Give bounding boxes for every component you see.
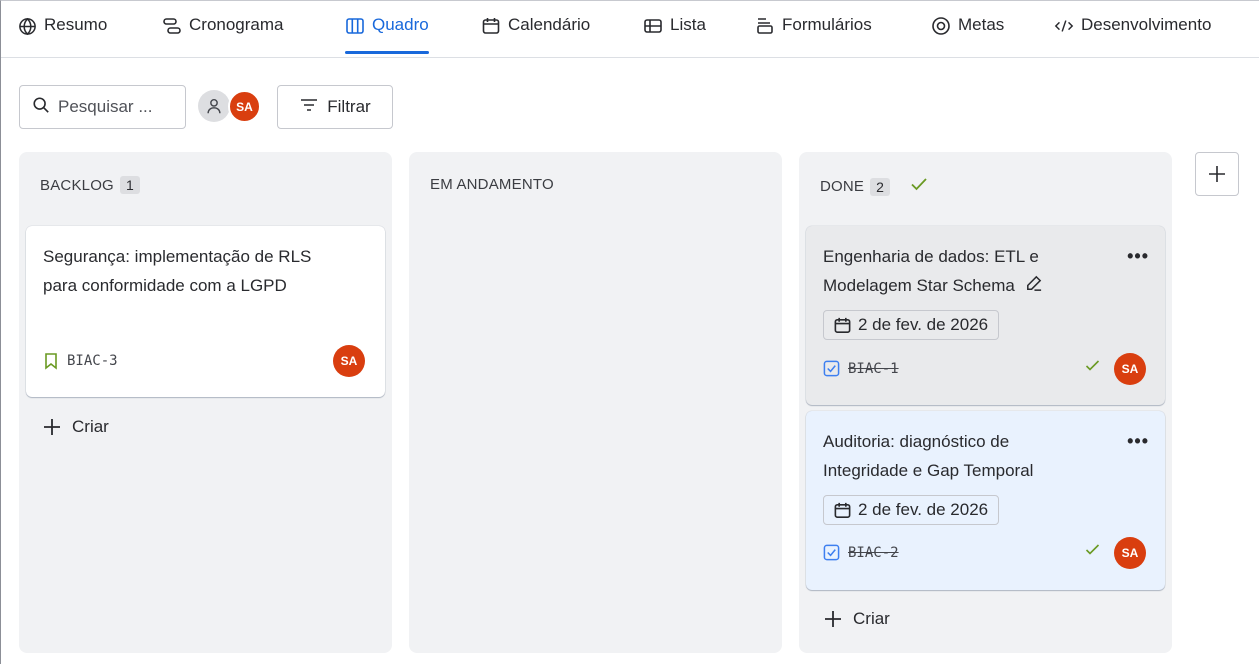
board-view: Resumo Cronograma Quadro Calendário List… [0, 0, 1259, 664]
due-date-chip[interactable]: 2 de fev. de 2026 [823, 495, 1000, 525]
column-header: DONE 2 [820, 176, 928, 197]
timeline-icon [162, 16, 182, 36]
tab-label: Lista [670, 15, 706, 34]
list-icon [643, 16, 663, 36]
create-issue-button[interactable]: Criar [42, 417, 109, 437]
project-nav-tabs: Resumo Cronograma Quadro Calendário List… [1, 1, 1259, 58]
assignee-avatar[interactable]: SA [1114, 537, 1146, 569]
resolved-check-icon [1085, 359, 1100, 376]
user-icon [207, 98, 221, 114]
avatar-sa[interactable]: SA [228, 90, 261, 123]
checkbox-icon [823, 360, 840, 377]
more-actions-icon[interactable]: ••• [1127, 431, 1149, 452]
calendar-icon [834, 317, 851, 333]
column-title: EM ANDAMENTO [430, 176, 554, 193]
avatar-unassigned[interactable] [198, 90, 230, 122]
plus-icon [825, 611, 841, 627]
issue-key[interactable]: BIAC-1 [823, 360, 899, 377]
tab-label: Quadro [372, 15, 429, 34]
issue-card[interactable]: Segurança: implementação de RLS para con… [26, 226, 385, 397]
issue-card[interactable]: Engenharia de dados: ETL e Modelagem Sta… [806, 226, 1165, 405]
calendar-icon [834, 502, 851, 518]
tab-label: Cronograma [189, 15, 284, 34]
tab-label: Calendário [508, 15, 591, 34]
add-column-button[interactable] [1195, 152, 1239, 196]
column-done: DONE 2 Engenharia de dados: ETL e Modela… [799, 152, 1172, 653]
column-em-andamento: EM ANDAMENTO [409, 152, 782, 653]
plus-icon [44, 419, 60, 435]
forms-icon [755, 16, 775, 36]
check-icon [910, 176, 928, 197]
filter-label: Filtrar [327, 97, 371, 116]
column-title: DONE [820, 178, 865, 195]
calendar-icon [481, 16, 501, 36]
globe-icon [17, 16, 37, 36]
column-header: EM ANDAMENTO [430, 176, 554, 193]
search-box[interactable] [19, 85, 186, 129]
issue-card-selected[interactable]: Auditoria: diagnóstico de Integridade e … [806, 411, 1165, 590]
create-issue-button[interactable]: Criar [823, 609, 890, 629]
tab-lista[interactable]: Lista [643, 15, 706, 55]
resolved-check-icon [1085, 543, 1100, 560]
column-count: 2 [870, 177, 891, 196]
tab-label: Formulários [782, 15, 872, 34]
card-title: Segurança: implementação de RLS para con… [43, 247, 312, 295]
tab-label: Desenvolvimento [1081, 15, 1212, 34]
code-icon [1054, 16, 1074, 36]
checkbox-icon [823, 544, 840, 561]
search-input[interactable] [58, 97, 178, 117]
assignee-avatar[interactable]: SA [1114, 353, 1146, 385]
column-backlog: BACKLOG 1 Segurança: implementação de RL… [19, 152, 392, 653]
tab-label: Resumo [44, 15, 108, 34]
tab-quadro[interactable]: Quadro [345, 15, 429, 55]
column-header: BACKLOG 1 [40, 176, 140, 194]
tab-formularios[interactable]: Formulários [755, 15, 872, 55]
tab-calendario[interactable]: Calendário [481, 15, 590, 55]
assignee-avatar[interactable]: SA [333, 345, 365, 377]
due-date-chip[interactable]: 2 de fev. de 2026 [823, 310, 1000, 340]
edit-icon[interactable] [1024, 273, 1043, 302]
search-icon [32, 96, 50, 119]
more-actions-icon[interactable]: ••• [1127, 246, 1149, 267]
tab-metas[interactable]: Metas [931, 15, 1004, 55]
card-title: Engenharia de dados: ETL e Modelagem Sta… [823, 242, 1093, 302]
target-icon [931, 16, 951, 36]
plus-icon [1209, 166, 1225, 182]
tab-resumo[interactable]: Resumo [17, 15, 107, 55]
column-title: BACKLOG [40, 176, 114, 194]
card-title: Auditoria: diagnóstico de Integridade e … [823, 432, 1034, 480]
issue-key[interactable]: BIAC-2 [823, 544, 899, 561]
filter-button[interactable]: Filtrar [277, 85, 393, 129]
board-icon [345, 16, 365, 36]
tab-cronograma[interactable]: Cronograma [162, 15, 284, 55]
tab-label: Metas [958, 15, 1005, 34]
bookmark-icon [45, 353, 57, 370]
issue-key[interactable]: BIAC-3 [43, 352, 118, 370]
column-count: 1 [119, 176, 140, 194]
tab-desenvolvimento[interactable]: Desenvolvimento [1054, 15, 1211, 55]
filter-icon [299, 96, 319, 119]
